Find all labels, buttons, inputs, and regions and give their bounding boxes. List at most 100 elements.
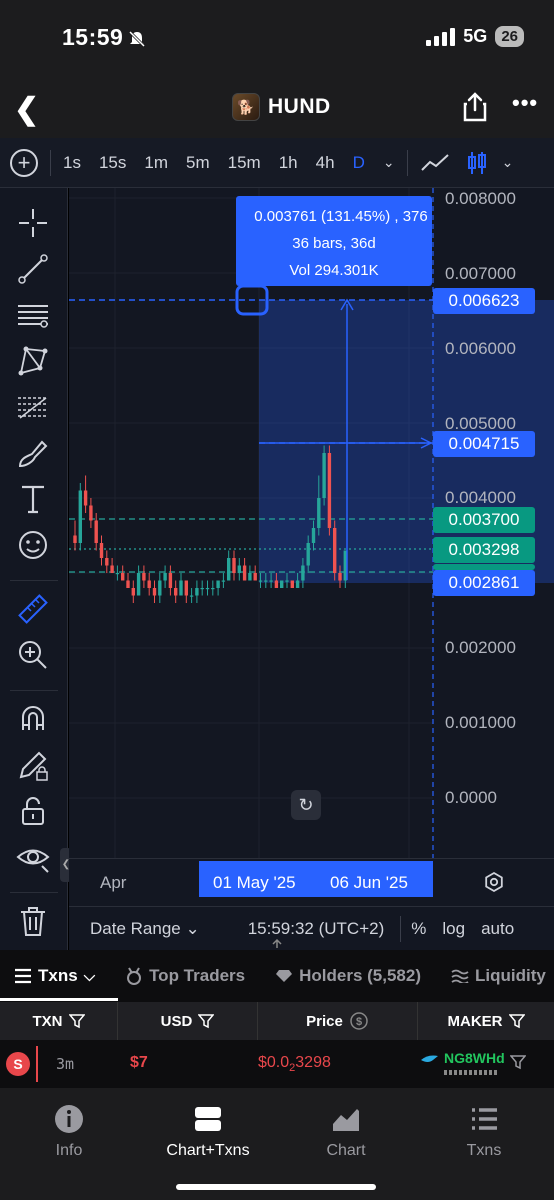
col-txn[interactable]: TXN [0, 1002, 118, 1040]
timeframe-15m[interactable]: 15m [228, 153, 261, 173]
token-header[interactable]: 🐕 HUND [232, 93, 331, 121]
brush-icon[interactable] [16, 436, 50, 470]
ruler-icon[interactable] [16, 592, 50, 626]
x-axis-selected-range: 01 May '25 06 Jun '25 [199, 861, 433, 897]
candle-body [184, 580, 188, 596]
percent-toggle[interactable]: % [411, 919, 426, 939]
nav-info[interactable]: Info [9, 1104, 129, 1160]
back-icon[interactable]: ❮ [14, 92, 39, 127]
candle-body [189, 595, 194, 597]
horizontal-lines-icon[interactable] [16, 298, 50, 332]
timeframe-d[interactable]: D [353, 153, 365, 173]
chart-settings-icon[interactable] [483, 871, 505, 893]
price-tag-top: 0.006623 [433, 288, 535, 314]
filter-icon[interactable] [510, 1054, 526, 1070]
tx-maker[interactable]: NG8WHd [444, 1050, 505, 1066]
candle-body [306, 543, 310, 566]
col-maker[interactable]: MAKER [418, 1002, 554, 1040]
date-range-dropdown[interactable]: Date Range ⌄ [90, 919, 200, 939]
share-icon[interactable] [462, 92, 488, 122]
candle-body [338, 573, 342, 581]
timeframe-chevron-down-icon[interactable]: ⌄ [383, 154, 395, 171]
fib-levels-icon[interactable] [16, 390, 50, 424]
nav-chart-txns[interactable]: Chart+Txns [148, 1104, 268, 1160]
list-icon [472, 1108, 497, 1130]
more-options-icon[interactable]: ••• [512, 90, 538, 116]
trend-line-icon[interactable] [16, 252, 50, 286]
timeframe-1s[interactable]: 1s [63, 153, 81, 173]
filter-icon[interactable] [508, 1013, 525, 1029]
line-chart-icon[interactable] [420, 152, 450, 174]
unlock-icon[interactable] [16, 794, 50, 828]
currency-toggle-icon[interactable]: $ [349, 1011, 369, 1031]
tab-holders[interactable]: Holders (5,582) [275, 966, 421, 986]
candle-body [205, 588, 210, 590]
maker-activity-bar [444, 1070, 498, 1075]
measure-tooltip: 0.003761 (131.45%) , 376 36 bars, 36d Vo… [236, 196, 432, 286]
candle-body [227, 558, 231, 581]
tab-liquidity[interactable]: Liquidity [451, 966, 546, 986]
eye-icon[interactable] [16, 840, 50, 874]
candle-body [73, 535, 77, 543]
candles-icon[interactable] [466, 150, 488, 176]
y-axis-label: 0.001000 [445, 713, 516, 732]
zoom-in-icon[interactable] [16, 638, 50, 672]
auto-toggle[interactable]: auto [481, 919, 514, 939]
token-logo-icon: 🐕 [232, 93, 260, 121]
add-indicator-icon[interactable]: + [10, 148, 38, 177]
candle-body [221, 580, 226, 582]
area-chart-icon [333, 1109, 359, 1131]
timeframe-1m[interactable]: 1m [144, 153, 168, 173]
nav-chart[interactable]: Chart [286, 1104, 406, 1160]
text-icon[interactable] [16, 482, 50, 516]
candle-body [285, 580, 289, 582]
price-chart[interactable]: 0.003761 (131.45%) , 376 36 bars, 36d Vo… [69, 188, 554, 908]
crosshair-icon[interactable] [16, 206, 50, 240]
timeframe-1h[interactable]: 1h [279, 153, 298, 173]
status-time: 15:59 [62, 24, 124, 50]
candle-body [317, 498, 321, 528]
candle-body [147, 580, 151, 588]
candle-body [89, 505, 93, 521]
timeframe-15s[interactable]: 15s [99, 153, 126, 173]
chart-clock: 15:59:32 (UTC+2) [247, 918, 385, 938]
candle-body [232, 558, 236, 573]
tab-top-traders[interactable]: Top Traders [125, 966, 245, 986]
reset-chart-icon[interactable]: ↻ [291, 790, 321, 820]
candle-body [290, 580, 294, 588]
timeframe-4h[interactable]: 4h [316, 153, 335, 173]
timeframe-5m[interactable]: 5m [186, 153, 210, 173]
tab-txns[interactable]: Txns ⌵ [14, 966, 95, 986]
chart-type-chevron-down-icon[interactable]: ⌄ [502, 154, 514, 171]
trash-icon[interactable] [16, 904, 50, 938]
pencil-lock-icon[interactable] [16, 748, 50, 782]
candle-body [179, 580, 183, 596]
candle-body [280, 580, 284, 588]
candle-body [105, 558, 109, 566]
network-type: 5G [463, 26, 488, 46]
price-tag-bottom: 0.002861 [433, 570, 535, 596]
col-price[interactable]: Price $ [258, 1002, 418, 1040]
signal-icon [426, 27, 456, 46]
table-row[interactable]: S 3m $7 $0.023298 NG8WHd [0, 1040, 554, 1088]
emoji-icon[interactable] [16, 528, 50, 562]
candle-body [83, 490, 88, 506]
diamond-icon [276, 970, 293, 982]
magnet-icon[interactable] [16, 702, 50, 736]
candle-body [264, 580, 268, 582]
candle-body [142, 573, 146, 581]
filter-icon[interactable] [198, 1013, 215, 1029]
nav-txns[interactable]: Txns [424, 1104, 544, 1160]
candle-body [99, 543, 104, 558]
filter-icon[interactable] [68, 1013, 85, 1029]
y-axis-label: 0.008000 [445, 189, 516, 208]
candle-body [311, 528, 316, 543]
measure-bars: 36 bars, 36d [292, 235, 376, 252]
waves-icon [451, 969, 469, 983]
col-usd[interactable]: USD [118, 1002, 258, 1040]
pattern-icon[interactable] [16, 344, 50, 378]
candle-body [121, 573, 125, 581]
candle-body [253, 573, 257, 581]
log-toggle[interactable]: log [442, 919, 465, 939]
battery-icon: 26 [495, 26, 524, 47]
